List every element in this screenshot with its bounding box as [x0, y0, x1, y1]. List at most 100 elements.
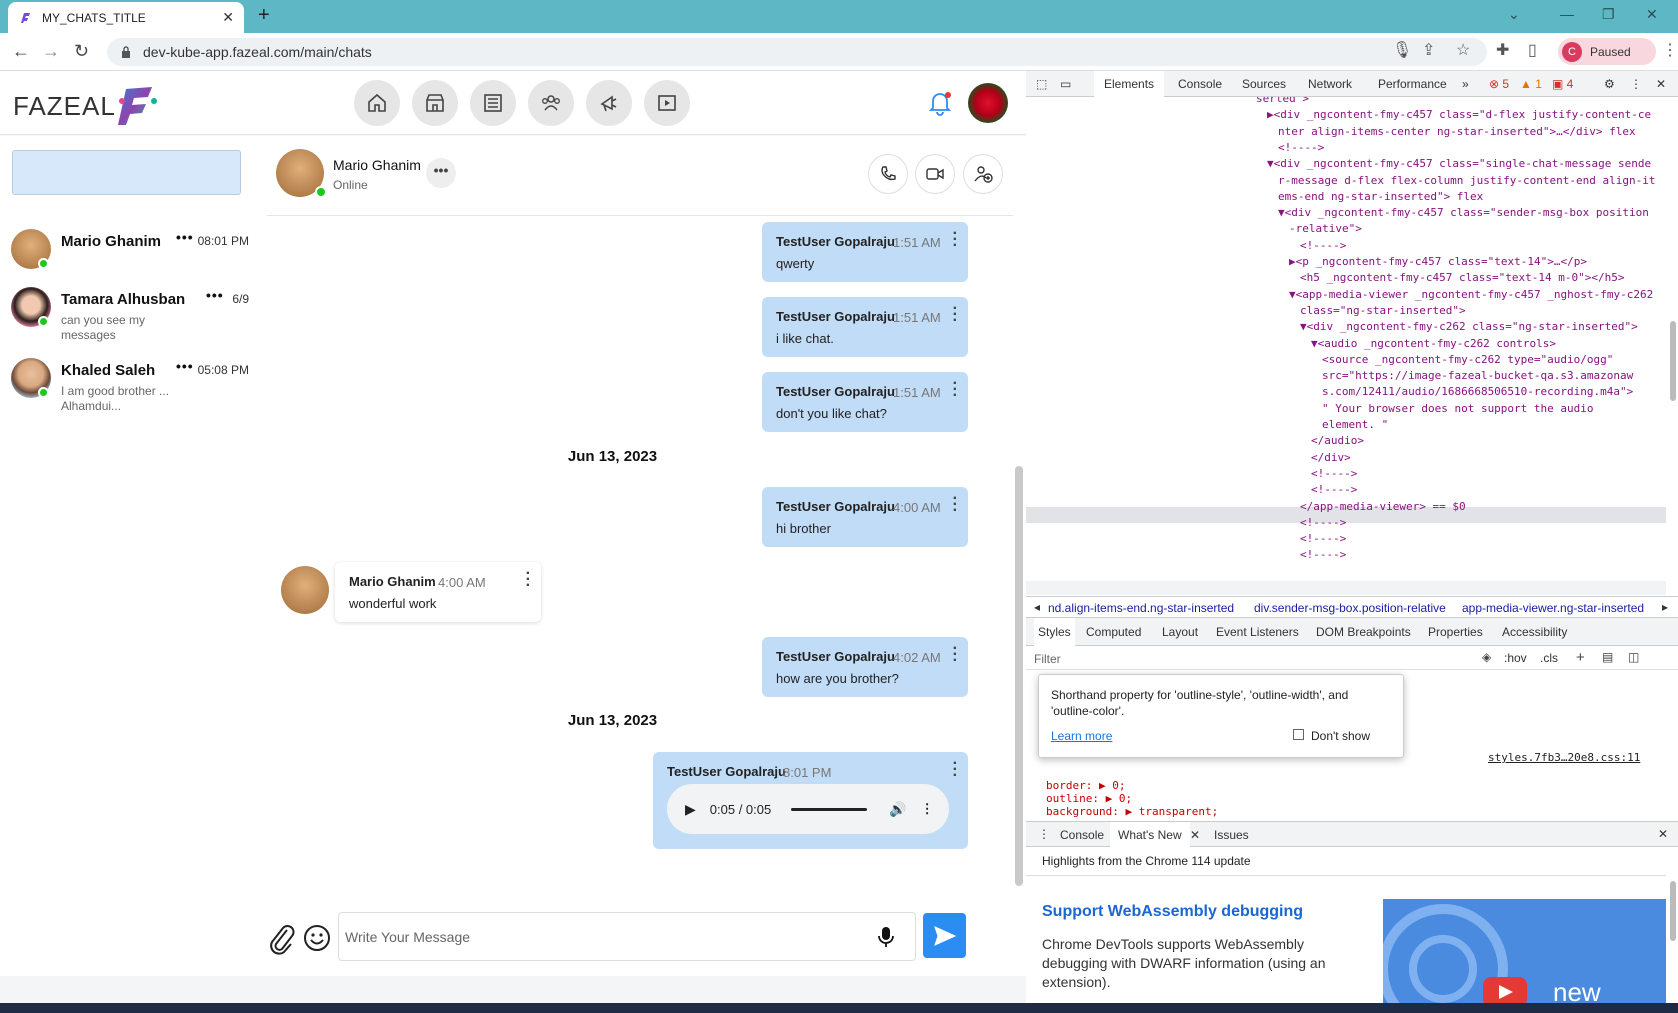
breadcrumb-scroll-right-icon[interactable]: ▸: [1662, 600, 1668, 614]
dom-node-line[interactable]: class="ng-star-inserted">: [1300, 303, 1466, 319]
nav-promote-button[interactable]: [586, 80, 632, 126]
dom-node-line[interactable]: ▼<div _ngcontent-fmy-c457 class="sender-…: [1278, 205, 1649, 221]
dom-node-line[interactable]: ▶<div _ngcontent-fmy-c457 class="d-flex …: [1267, 107, 1651, 123]
whats-new-title[interactable]: Support WebAssembly debugging: [1042, 903, 1303, 921]
breadcrumb-item[interactable]: nd.align-items-end.ng-star-inserted: [1048, 601, 1234, 615]
dom-node-line[interactable]: nter align-items-center ng-star-inserted…: [1278, 124, 1636, 140]
tab-computed[interactable]: Computed: [1086, 625, 1141, 639]
peer-options-button[interactable]: •••: [426, 158, 456, 188]
new-style-rule-icon[interactable]: +: [1576, 649, 1585, 666]
audio-player[interactable]: ▶ 0:05 / 0:05 🔊 ⋮: [667, 784, 949, 834]
message-menu-icon[interactable]: · · ·: [953, 491, 958, 519]
tab-dom-breakpoints[interactable]: DOM Breakpoints: [1316, 625, 1411, 639]
tab-search-icon[interactable]: ⌄: [1508, 6, 1520, 23]
dom-node-line[interactable]: <!---->: [1278, 140, 1324, 156]
message-menu-icon[interactable]: · · ·: [953, 641, 958, 669]
extensions-icon[interactable]: ✚: [1496, 40, 1509, 60]
close-tab-icon[interactable]: ✕: [222, 9, 234, 26]
breadcrumb-item[interactable]: app-media-viewer.ng-star-inserted: [1462, 601, 1644, 615]
dom-node-line[interactable]: </div>: [1311, 450, 1351, 466]
message-menu-icon[interactable]: · · ·: [953, 301, 958, 329]
contact-item[interactable]: Khaled Saleh ••• 05:08 PM I am good brot…: [0, 358, 255, 428]
styles-filter-input[interactable]: Filter: [1034, 652, 1061, 666]
tab-layout[interactable]: Layout: [1162, 625, 1198, 639]
tab-performance[interactable]: Performance: [1378, 77, 1447, 91]
nav-store-button[interactable]: [412, 80, 458, 126]
more-tabs-icon[interactable]: »: [1462, 77, 1469, 91]
tab-console[interactable]: Console: [1178, 77, 1222, 91]
drawer-menu-icon[interactable]: ⋮: [1038, 827, 1050, 841]
dom-node-line[interactable]: <!---->: [1311, 466, 1357, 482]
mic-icon[interactable]: 🎙: [1392, 40, 1412, 60]
new-tab-icon[interactable]: +: [258, 4, 270, 27]
audio-menu-icon[interactable]: ⋮: [921, 801, 934, 817]
learn-more-link[interactable]: Learn more: [1051, 729, 1112, 743]
drawer-tab-console[interactable]: Console: [1060, 828, 1104, 842]
minimize-icon[interactable]: —: [1560, 6, 1574, 22]
dom-node-line[interactable]: ▶<p _ngcontent-fmy-c457 class="text-14">…: [1289, 254, 1587, 270]
close-window-icon[interactable]: ✕: [1646, 6, 1658, 23]
send-button[interactable]: [923, 913, 966, 958]
add-participant-button[interactable]: [963, 154, 1003, 194]
browser-menu-icon[interactable]: ⋮: [1662, 40, 1678, 60]
class-toggle[interactable]: .cls: [1540, 651, 1558, 665]
settings-gear-icon[interactable]: ⚙: [1604, 77, 1615, 91]
play-icon[interactable]: ▶: [685, 801, 696, 818]
nav-home-button[interactable]: [354, 80, 400, 126]
tab-styles[interactable]: Styles: [1034, 618, 1075, 646]
dom-node-line[interactable]: ▼<div _ngcontent-fmy-c262 class="ng-star…: [1300, 319, 1638, 335]
browser-tab[interactable]: MY_CHATS_TITLE ✕: [8, 2, 244, 33]
message-menu-icon[interactable]: · · ·: [953, 756, 958, 784]
audio-progress-bar[interactable]: [791, 807, 868, 811]
message-input[interactable]: [338, 912, 916, 961]
message-scrollbar[interactable]: [1015, 466, 1023, 886]
user-avatar[interactable]: [968, 83, 1008, 123]
dom-node-line[interactable]: <!---->: [1311, 482, 1357, 498]
tab-sources[interactable]: Sources: [1242, 77, 1286, 91]
dom-node-line[interactable]: <!---->: [1300, 238, 1346, 254]
drawer-scrollbar[interactable]: [1670, 881, 1676, 941]
warning-count[interactable]: ▲ 1: [1520, 77, 1542, 91]
dom-node-line[interactable]: <!---->: [1300, 515, 1346, 531]
back-icon[interactable]: ←: [12, 41, 30, 62]
dom-node-line[interactable]: ▼<app-media-viewer _ngcontent-fmy-c457 _…: [1289, 287, 1653, 303]
dom-node-line[interactable]: <h5 _ngcontent-fmy-c457 class="text-14 m…: [1300, 270, 1625, 286]
layers-icon[interactable]: ◈: [1482, 650, 1491, 664]
restore-icon[interactable]: ❐: [1602, 6, 1615, 23]
message-menu-icon[interactable]: · · ·: [526, 566, 531, 594]
devtools-menu-icon[interactable]: ⋮: [1630, 77, 1642, 91]
issue-count[interactable]: ▣ 4: [1552, 77, 1573, 91]
dom-node-line[interactable]: ems-end ng-star-inserted"> flex: [1278, 189, 1483, 205]
dom-node-line[interactable]: src="https://image-fazeal-bucket-qa.s3.a…: [1322, 368, 1633, 384]
contact-menu-icon[interactable]: •••: [176, 229, 194, 245]
volume-icon[interactable]: 🔊: [889, 801, 906, 818]
contact-item[interactable]: Tamara Alhusban ••• 6/9 can you see my m…: [0, 287, 255, 357]
bookmark-star-icon[interactable]: ☆: [1456, 40, 1470, 60]
tab-accessibility[interactable]: Accessibility: [1502, 625, 1567, 639]
video-call-button[interactable]: [915, 154, 955, 194]
inspect-element-icon[interactable]: ⬚: [1036, 77, 1047, 91]
dom-horizontal-scrollbar[interactable]: [1026, 581, 1666, 595]
breadcrumb-scroll-left-icon[interactable]: ◂: [1034, 600, 1040, 614]
sidebar-toggle-icon[interactable]: ◫: [1628, 650, 1639, 664]
dom-node-line[interactable]: </app-media-viewer> == $0: [1300, 499, 1466, 515]
attachment-icon[interactable]: [267, 922, 297, 958]
address-bar[interactable]: dev-kube-app.fazeal.com/main/chats: [107, 38, 1487, 66]
dom-node-line[interactable]: <!---->: [1300, 531, 1346, 547]
notification-bell-icon[interactable]: [926, 89, 954, 117]
drawer-tab-issues[interactable]: Issues: [1214, 828, 1249, 842]
fazeal-logo-icon[interactable]: [108, 79, 158, 129]
profile-button[interactable]: C Paused: [1558, 38, 1656, 65]
error-count[interactable]: ⊗ 5: [1489, 77, 1509, 91]
share-icon[interactable]: ⇪: [1422, 40, 1435, 60]
contact-menu-icon[interactable]: •••: [176, 358, 194, 374]
dom-node-line[interactable]: serted">: [1256, 97, 1309, 107]
chat-search-input[interactable]: [12, 150, 241, 195]
dom-node-line[interactable]: </audio>: [1311, 433, 1364, 449]
tab-event-listeners[interactable]: Event Listeners: [1216, 625, 1299, 639]
emoji-icon[interactable]: [303, 924, 331, 952]
hover-state-toggle[interactable]: :hov: [1504, 651, 1527, 665]
close-whats-new-icon[interactable]: ✕: [1190, 828, 1200, 842]
dom-node-line[interactable]: ▼<audio _ngcontent-fmy-c262 controls>: [1311, 336, 1556, 352]
dom-node-line[interactable]: -relative">: [1289, 221, 1362, 237]
